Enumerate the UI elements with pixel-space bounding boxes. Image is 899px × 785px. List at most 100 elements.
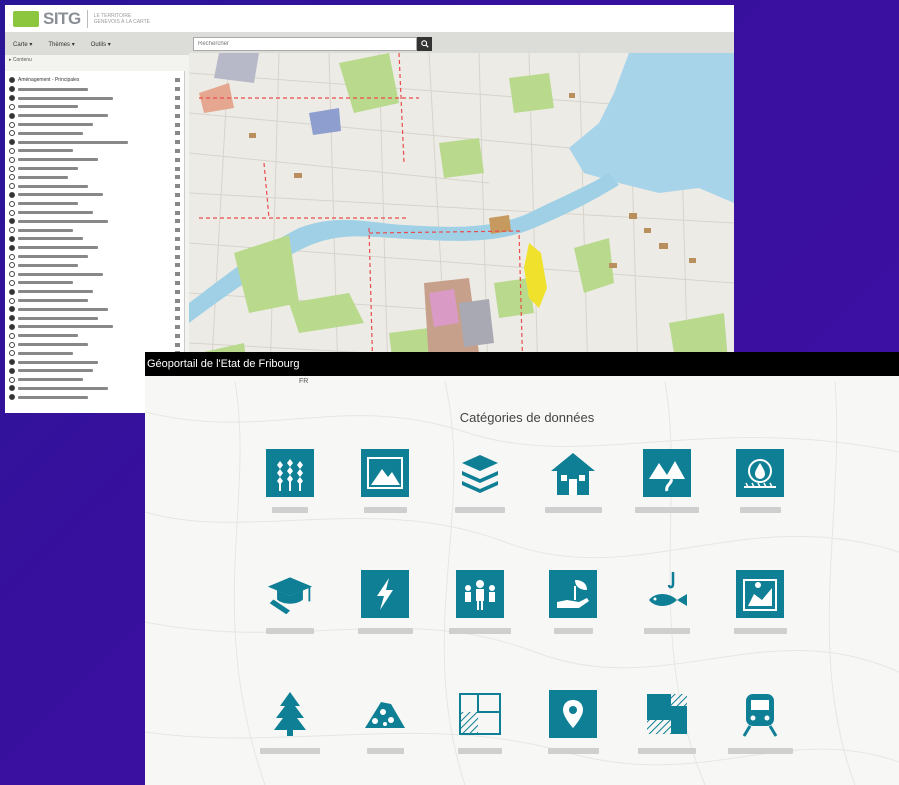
- layer-toggle[interactable]: [9, 174, 15, 181]
- layer-toggle[interactable]: [9, 183, 15, 190]
- layer-toggle[interactable]: [9, 315, 15, 322]
- layer-group-header[interactable]: Aménagement - Principales: [9, 75, 180, 85]
- layer-options-icon[interactable]: [175, 342, 180, 347]
- category-altimetrie[interactable]: [340, 449, 430, 513]
- layer-row[interactable]: [9, 173, 180, 182]
- layer-options-icon[interactable]: [175, 245, 180, 250]
- category-localisation[interactable]: [528, 690, 618, 754]
- layer-toggle[interactable]: [9, 95, 15, 102]
- layer-toggle[interactable]: [9, 191, 15, 198]
- layer-options-icon[interactable]: [175, 254, 180, 259]
- layer-options-icon[interactable]: [175, 289, 180, 294]
- layer-row[interactable]: [9, 111, 180, 120]
- category-foret[interactable]: [245, 690, 335, 754]
- layer-row[interactable]: [9, 164, 180, 173]
- layer-row[interactable]: [9, 182, 180, 191]
- layer-toggle[interactable]: [9, 200, 15, 207]
- layer-options-icon[interactable]: [175, 113, 180, 118]
- layer-row[interactable]: [9, 103, 180, 112]
- layer-row[interactable]: [9, 323, 180, 332]
- layer-options-icon[interactable]: [175, 166, 180, 171]
- layer-row[interactable]: [9, 138, 180, 147]
- layer-toggle[interactable]: [9, 218, 15, 225]
- layer-options-icon[interactable]: [175, 307, 180, 312]
- category-cadastre[interactable]: [715, 570, 805, 634]
- layer-row[interactable]: [9, 85, 180, 94]
- layer-row[interactable]: [9, 305, 180, 314]
- layer-toggle[interactable]: [9, 271, 15, 278]
- layer-toggle[interactable]: [9, 359, 15, 366]
- layer-row[interactable]: [9, 296, 180, 305]
- layer-options-icon[interactable]: [175, 280, 180, 285]
- layer-options-icon[interactable]: [175, 263, 180, 268]
- layer-options-icon[interactable]: [175, 333, 180, 338]
- layer-toggle[interactable]: [9, 332, 15, 339]
- layer-toggle[interactable]: [9, 376, 15, 383]
- layer-row[interactable]: [9, 199, 180, 208]
- layer-row[interactable]: [9, 235, 180, 244]
- category-agriculture[interactable]: [245, 449, 335, 513]
- layer-options-icon[interactable]: [175, 96, 180, 101]
- layer-toggle[interactable]: [9, 253, 15, 260]
- layer-toggle[interactable]: [9, 147, 15, 154]
- category-limites[interactable]: [435, 690, 525, 754]
- layer-options-icon[interactable]: [175, 148, 180, 153]
- layer-options-icon[interactable]: [175, 219, 180, 224]
- layer-toggle[interactable]: [9, 341, 15, 348]
- layer-row[interactable]: [9, 129, 180, 138]
- menu-outils[interactable]: Outils: [91, 41, 111, 48]
- category-layers[interactable]: [435, 449, 525, 513]
- layer-toggle[interactable]: [9, 306, 15, 313]
- category-ecoles[interactable]: [245, 570, 335, 634]
- layer-options-icon[interactable]: [175, 192, 180, 197]
- category-population[interactable]: [435, 570, 525, 634]
- menu-themes[interactable]: Thèmes: [48, 41, 74, 48]
- layer-toggle[interactable]: [9, 323, 15, 330]
- layer-toggle[interactable]: [9, 288, 15, 295]
- layer-toggle[interactable]: [9, 279, 15, 286]
- layer-toggle[interactable]: [9, 235, 15, 242]
- layer-options-icon[interactable]: [175, 236, 180, 241]
- layer-toggle[interactable]: [9, 227, 15, 234]
- search-button[interactable]: [417, 37, 432, 51]
- layer-options-icon[interactable]: [175, 210, 180, 215]
- layer-toggle[interactable]: [9, 244, 15, 251]
- layer-options-icon[interactable]: [175, 228, 180, 233]
- layer-row[interactable]: [9, 226, 180, 235]
- layer-row[interactable]: [9, 120, 180, 129]
- layer-options-icon[interactable]: [175, 140, 180, 145]
- layer-row[interactable]: [9, 191, 180, 200]
- layer-options-icon[interactable]: [175, 175, 180, 180]
- layer-toggle[interactable]: [9, 385, 15, 392]
- layer-toggle[interactable]: [9, 86, 15, 93]
- layer-row[interactable]: [9, 243, 180, 252]
- settings-icon[interactable]: [175, 78, 180, 82]
- layer-options-icon[interactable]: [175, 298, 180, 303]
- layer-options-icon[interactable]: [175, 122, 180, 127]
- layer-row[interactable]: [9, 208, 180, 217]
- layer-row[interactable]: [9, 147, 180, 156]
- layer-row[interactable]: [9, 252, 180, 261]
- category-dangers-naturels[interactable]: [622, 449, 712, 513]
- layer-toggle[interactable]: [9, 165, 15, 172]
- layer-row[interactable]: [9, 94, 180, 103]
- layer-row[interactable]: [9, 340, 180, 349]
- layer-options-icon[interactable]: [175, 131, 180, 136]
- category-energie[interactable]: [340, 570, 430, 634]
- category-construction[interactable]: [528, 449, 618, 513]
- layer-options-icon[interactable]: [175, 201, 180, 206]
- layer-toggle[interactable]: [9, 209, 15, 216]
- category-environnement[interactable]: [528, 570, 618, 634]
- layer-options-icon[interactable]: [175, 272, 180, 277]
- group-toggle[interactable]: [9, 77, 15, 83]
- layer-row[interactable]: [9, 261, 180, 270]
- layer-toggle[interactable]: [9, 121, 15, 128]
- layer-options-icon[interactable]: [175, 324, 180, 329]
- layer-row[interactable]: [9, 287, 180, 296]
- category-mobilite[interactable]: [715, 690, 805, 754]
- layer-toggle[interactable]: [9, 350, 15, 357]
- category-eau[interactable]: [715, 449, 805, 513]
- search-input[interactable]: [193, 37, 417, 51]
- layer-toggle[interactable]: [9, 394, 15, 401]
- layer-options-icon[interactable]: [175, 184, 180, 189]
